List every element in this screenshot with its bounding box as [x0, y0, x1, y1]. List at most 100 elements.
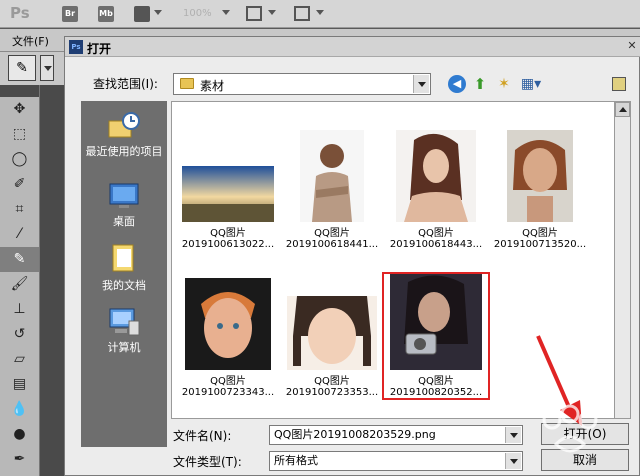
- history-brush-tool-icon[interactable]: ↺: [0, 322, 39, 347]
- place-label: 桌面: [113, 215, 135, 228]
- place-label: 我的文档: [102, 279, 146, 292]
- app-bar: Ps Br Mb 100%: [0, 0, 640, 28]
- file-name: QQ图片: [210, 376, 246, 387]
- file-item[interactable]: QQ图片 2019100618441...: [280, 130, 384, 250]
- file-name: QQ图片: [522, 228, 558, 239]
- file-date: 2019100618441...: [285, 239, 379, 250]
- chevron-down-icon[interactable]: [316, 10, 324, 15]
- brush-tool-icon[interactable]: 🖌: [0, 272, 39, 297]
- file-thumbnail: [390, 274, 482, 370]
- file-name: QQ图片: [314, 228, 350, 239]
- filetype-select[interactable]: 所有格式: [269, 451, 523, 471]
- close-icon[interactable]: ✕: [625, 39, 639, 53]
- file-thumbnail: [507, 130, 573, 222]
- brush-preset-icon[interactable]: ✎: [8, 55, 36, 81]
- file-thumbnail: [185, 278, 271, 370]
- places-bar: 最近使用的项目 桌面 我的文档 计算机: [81, 101, 167, 447]
- file-item[interactable]: QQ图片 2019100723353...: [280, 296, 384, 398]
- file-date: 2019100820352...: [389, 387, 483, 398]
- file-date: 2019100713520...: [493, 239, 587, 250]
- place-computer[interactable]: 计算机: [81, 307, 167, 355]
- tools-panel-header[interactable]: [0, 85, 39, 97]
- photoshop-logo: Ps: [10, 4, 30, 22]
- file-thumbnail: [287, 296, 377, 370]
- chevron-down-icon[interactable]: [154, 10, 162, 15]
- file-thumbnail: [182, 166, 274, 222]
- bridge-button[interactable]: Br: [62, 6, 78, 22]
- photoshop-icon: Ps: [69, 40, 83, 54]
- filetype-label: 文件类型(T):: [173, 455, 242, 469]
- new-folder-icon[interactable]: ✶: [495, 75, 513, 93]
- place-label: 计算机: [107, 341, 141, 354]
- watermark-logo: [542, 404, 598, 453]
- back-button[interactable]: ◀: [448, 75, 466, 93]
- file-item[interactable]: QQ图片 2019100613022...: [176, 166, 280, 250]
- file-item[interactable]: QQ图片 2019100713520...: [488, 130, 592, 250]
- move-tool-icon[interactable]: ✥: [0, 97, 39, 122]
- options-bar: ✎: [0, 51, 64, 85]
- place-recent[interactable]: 最近使用的项目: [81, 111, 167, 159]
- healing-brush-tool-icon[interactable]: ✎: [0, 247, 39, 272]
- screen-mode-icon[interactable]: [294, 6, 310, 21]
- file-item[interactable]: QQ图片 2019100618443...: [384, 130, 488, 250]
- file-date: 2019100613022...: [181, 239, 275, 250]
- lasso-tool-icon[interactable]: ◯: [0, 147, 39, 172]
- dialog-title: 打开: [87, 42, 112, 56]
- file-list-scrollbar[interactable]: [615, 101, 631, 419]
- dialog-titlebar: Ps 打开 ✕: [65, 37, 640, 57]
- lookin-value: 素材: [200, 79, 225, 93]
- file-item-selected[interactable]: QQ图片 2019100820352...: [382, 272, 490, 400]
- up-folder-icon[interactable]: ⬆: [471, 75, 489, 93]
- views-menu-icon[interactable]: ▦▾: [518, 75, 544, 93]
- file-thumbnail: [300, 130, 364, 222]
- file-date: 2019100618443...: [389, 239, 483, 250]
- folder-icon: [180, 78, 194, 89]
- place-label: 最近使用的项目: [85, 145, 163, 158]
- zoom-level[interactable]: 100%: [183, 8, 212, 19]
- pen-tool-icon[interactable]: ✒: [0, 447, 39, 472]
- desktop-icon: [109, 183, 139, 208]
- file-date: 2019100723343...: [181, 387, 275, 398]
- scroll-up-icon[interactable]: [615, 102, 630, 117]
- file-thumbnail: [396, 130, 476, 222]
- file-name: QQ图片: [418, 228, 454, 239]
- gradient-tool-icon[interactable]: ▤: [0, 372, 39, 397]
- blur-tool-icon[interactable]: 💧: [0, 397, 39, 422]
- file-name: QQ图片: [418, 376, 454, 387]
- place-desktop[interactable]: 桌面: [81, 181, 167, 229]
- quick-select-tool-icon[interactable]: ✐: [0, 172, 39, 197]
- file-date: 2019100723353...: [285, 387, 379, 398]
- eraser-tool-icon[interactable]: ▱: [0, 347, 39, 372]
- filetype-value: 所有格式: [274, 454, 318, 467]
- file-name: QQ图片: [314, 376, 350, 387]
- chevron-down-icon[interactable]: [505, 427, 521, 443]
- tools-panel: ✥ ⬚ ◯ ✐ ⌗ ⁄ ✎ 🖌 ⊥ ↺ ▱ ▤ 💧 ● ✒ T: [0, 85, 40, 476]
- view-extras-icon[interactable]: [134, 6, 150, 22]
- brush-preset-dropdown[interactable]: [40, 55, 54, 81]
- filename-value: QQ图片20191008203529.png: [274, 428, 436, 441]
- chevron-down-icon[interactable]: [505, 453, 521, 469]
- eyedropper-tool-icon[interactable]: ⁄: [0, 222, 39, 247]
- crop-tool-icon[interactable]: ⌗: [0, 197, 39, 222]
- chevron-down-icon[interactable]: [413, 75, 429, 93]
- dodge-tool-icon[interactable]: ●: [0, 422, 39, 447]
- recent-icon: [108, 112, 140, 138]
- marquee-tool-icon[interactable]: ⬚: [0, 122, 39, 147]
- place-documents[interactable]: 我的文档: [81, 241, 167, 293]
- filename-input[interactable]: QQ图片20191008203529.png: [269, 425, 523, 445]
- lookin-label: 查找范围(I):: [93, 77, 158, 91]
- documents-icon: [112, 244, 134, 272]
- preview-icon[interactable]: [612, 77, 626, 91]
- minibridge-button[interactable]: Mb: [98, 6, 114, 22]
- menu-file[interactable]: 文件(F): [12, 33, 49, 49]
- file-item[interactable]: QQ图片 2019100723343...: [176, 278, 280, 398]
- chevron-down-icon[interactable]: [268, 10, 276, 15]
- type-tool-icon[interactable]: T: [0, 472, 39, 476]
- chevron-down-icon[interactable]: [222, 10, 230, 15]
- lookin-select[interactable]: 素材: [173, 73, 431, 95]
- computer-icon: [109, 308, 140, 336]
- clone-stamp-tool-icon[interactable]: ⊥: [0, 297, 39, 322]
- arrange-documents-icon[interactable]: [246, 6, 262, 21]
- panel-dock-strip: [40, 85, 64, 476]
- file-name: QQ图片: [210, 228, 246, 239]
